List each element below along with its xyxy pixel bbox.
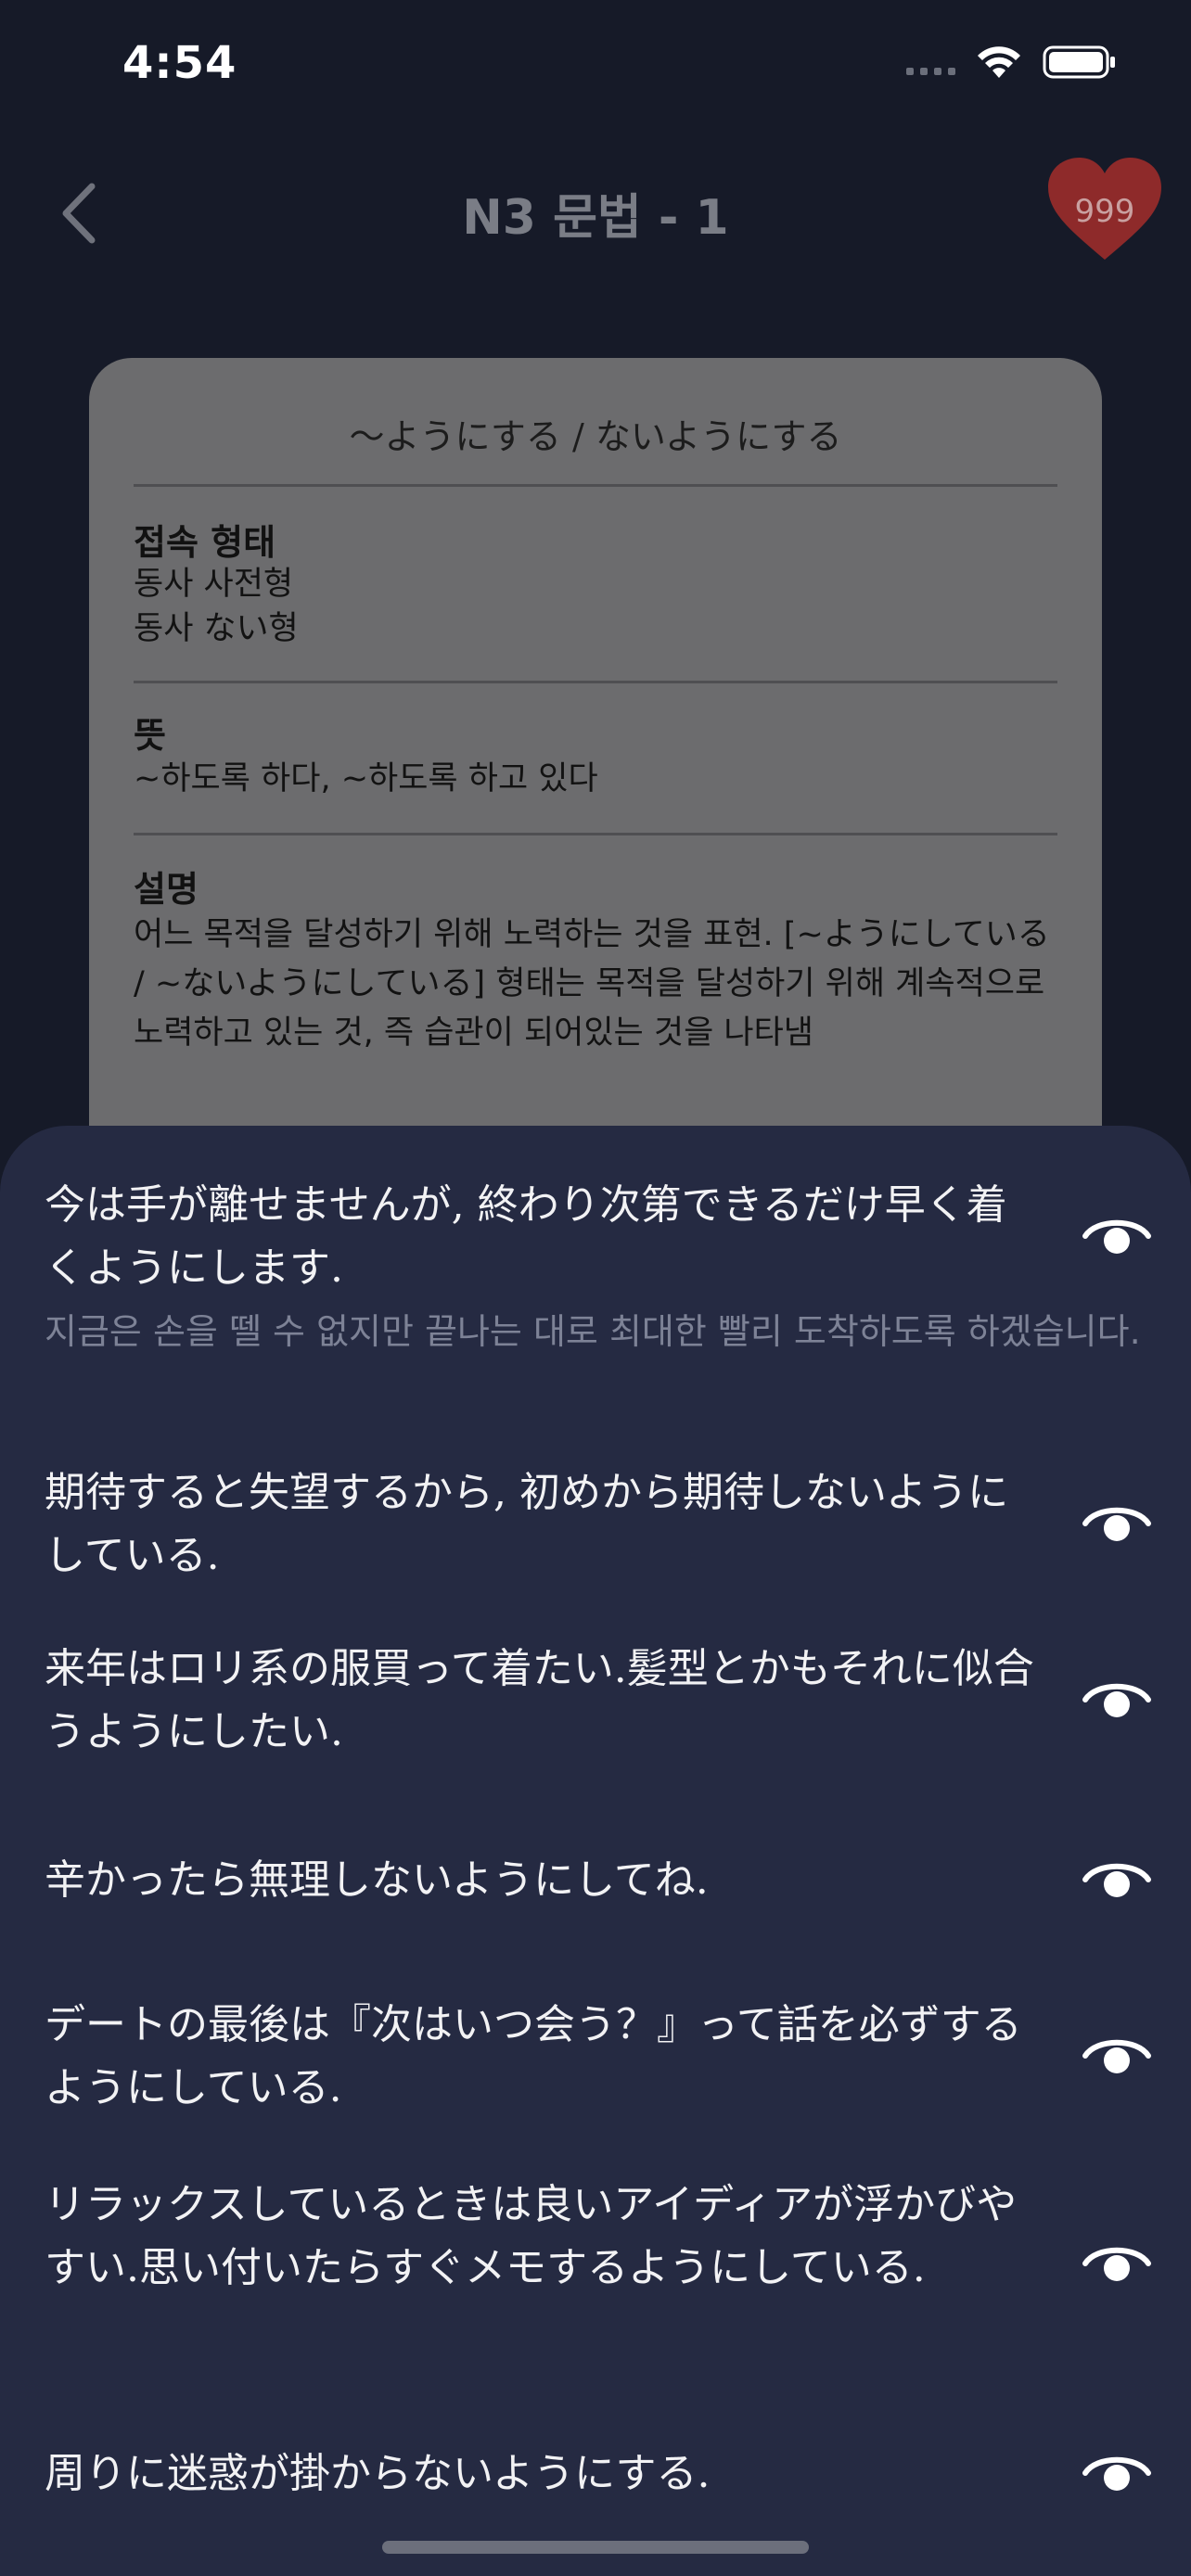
- sentence-row[interactable]: 辛かったら無理しないようにしてね.: [45, 1849, 1176, 1912]
- eye-icon[interactable]: [1080, 1500, 1154, 1547]
- home-indicator[interactable]: [382, 2541, 809, 2554]
- cellular-signal-icon: [906, 49, 955, 75]
- page-title: N3 문법 - 1: [462, 190, 729, 246]
- status-time: 4:54: [122, 37, 237, 89]
- sentence-japanese: 辛かったら無理しないようにしてね.: [45, 1856, 709, 1904]
- heart-badge[interactable]: 999: [1044, 156, 1165, 265]
- eye-icon[interactable]: [1080, 2450, 1154, 2496]
- sentence-row[interactable]: 来年はロリ系の服買って着たい.髪型とかもそれに似合うようにしたい.: [45, 1638, 1176, 1764]
- sentence-row[interactable]: 今は手が離せませんが, 終わり次第できるだけ早く着くようにします. 지금은 손을…: [45, 1174, 1176, 1358]
- wifi-icon: [978, 46, 1020, 78]
- eye-icon[interactable]: [1080, 1856, 1154, 1903]
- status-icons: [906, 45, 1117, 80]
- sentence-japanese: デートの最後は『次はいつ会う？』って話を必ずするようにしている.: [45, 2001, 1022, 2111]
- meaning-heading: 뜻: [134, 715, 166, 756]
- grammar-card: 〜ようにする / ないようにする 접속 형태 동사 사전형 동사 ない형 뜻 ~…: [89, 358, 1102, 1192]
- eye-icon[interactable]: [1080, 1213, 1154, 1259]
- eye-icon[interactable]: [1080, 2240, 1154, 2287]
- connection-heading: 접속 형태: [134, 522, 276, 563]
- sentence-japanese: 来年はロリ系の服買って着たい.髪型とかもそれに似合うようにしたい.: [45, 1645, 1034, 1755]
- nav-bar: N3 문법 - 1 999: [0, 139, 1191, 287]
- connection-line: 동사 사전형: [134, 566, 294, 603]
- sentence-row[interactable]: 周りに迷惑が掛からないようにする.: [45, 2442, 1176, 2506]
- explanation-text: 어느 목적을 달성하기 위해 노력하는 것을 표현. [~ようにしている / ~…: [134, 916, 1050, 1052]
- sentence-japanese: 期待すると失望するから, 初めから期待しないようにしている.: [45, 1469, 1009, 1579]
- sentence-row[interactable]: 期待すると失望するから, 初めから期待しないようにしている.: [45, 1461, 1176, 1588]
- sentence-row[interactable]: リラックスしているときは良いアイディアが浮かびやすい.思い付いたらすぐメモするよ…: [45, 2174, 1176, 2300]
- example-sentences-sheet[interactable]: 今は手が離せませんが, 終わり次第できるだけ早く着くようにします. 지금은 손을…: [0, 1126, 1191, 2576]
- meaning-text: ~하도록 하다, ~하도록 하고 있다: [134, 760, 598, 797]
- eye-icon[interactable]: [1080, 2033, 1154, 2079]
- divider: [134, 681, 1057, 683]
- explanation-heading: 설명: [134, 869, 198, 910]
- connection-line: 동사 ない형: [134, 610, 299, 647]
- grammar-title: 〜ようにする / ないようにする: [349, 416, 842, 457]
- eye-icon[interactable]: [1080, 1677, 1154, 1723]
- sentence-row[interactable]: デートの最後は『次はいつ会う？』って話を必ずするようにしている.: [45, 1994, 1176, 2120]
- heart-count: 999: [1074, 193, 1135, 230]
- sentence-japanese: 今は手が離せませんが, 終わり次第できるだけ早く着くようにします.: [45, 1181, 1007, 1292]
- sentence-japanese: 周りに迷惑が掛からないようにする.: [45, 2450, 711, 2497]
- sentence-japanese: リラックスしているときは良いアイディアが浮かびやすい.思い付いたらすぐメモするよ…: [45, 2181, 1018, 2291]
- divider: [134, 833, 1057, 835]
- divider: [134, 484, 1057, 487]
- status-bar: 4:54: [0, 0, 1191, 139]
- sentence-korean: 지금은 손을 뗄 수 없지만 끝나는 대로 최대한 빨리 도착하도록 하겠습니다…: [45, 1311, 1141, 1352]
- battery-icon: [1043, 45, 1115, 79]
